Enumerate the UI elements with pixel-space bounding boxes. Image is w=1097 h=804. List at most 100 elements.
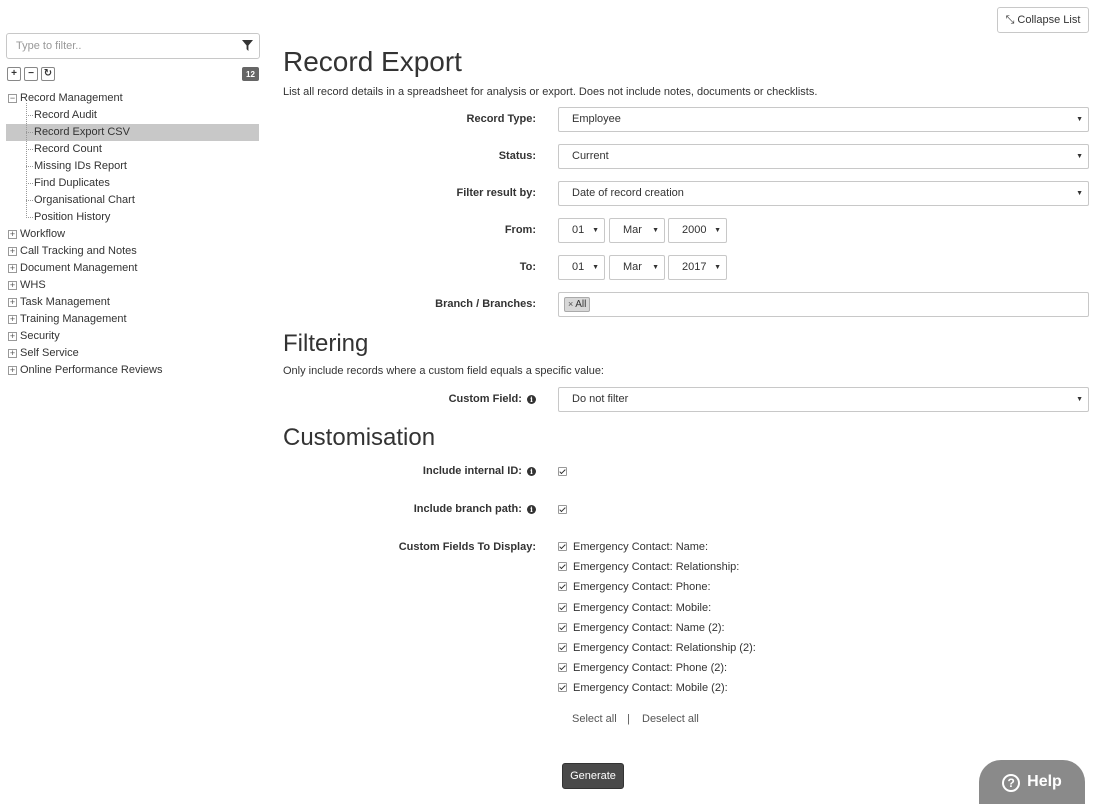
expand-all-button[interactable]: + xyxy=(7,67,21,81)
deselect-all-link[interactable]: Deselect all xyxy=(642,713,699,725)
to-day-value: 01 xyxy=(572,261,585,273)
page-description: List all record details in a spreadsheet… xyxy=(283,86,818,98)
custom-field-checkbox[interactable] xyxy=(558,542,567,551)
custom-field-checkbox[interactable] xyxy=(558,643,567,652)
expand-node-icon[interactable]: + xyxy=(8,332,17,341)
tree-node[interactable]: + WHS xyxy=(6,277,259,294)
expand-node-icon[interactable]: + xyxy=(8,281,17,290)
to-year-select[interactable]: 2017 ▼ xyxy=(668,255,727,280)
tree-connector xyxy=(26,115,33,116)
tree-filter xyxy=(6,33,260,59)
tree-child-node[interactable]: Organisational Chart xyxy=(6,192,259,209)
to-year-value: 2017 xyxy=(682,261,707,273)
custom-field-option-label: Emergency Contact: Phone: xyxy=(573,581,711,594)
from-year-select[interactable]: 2000 ▼ xyxy=(668,218,727,243)
expand-node-icon[interactable]: + xyxy=(8,349,17,358)
tree-node[interactable]: + Workflow xyxy=(6,226,259,243)
custom-field-checkbox[interactable] xyxy=(558,663,567,673)
include-branch-path-label: Include branch path: i xyxy=(414,503,536,515)
to-month-select[interactable]: Mar ▼ xyxy=(609,255,665,280)
expand-node-icon[interactable]: + xyxy=(8,230,17,239)
include-internal-id-checkbox[interactable] xyxy=(558,467,567,476)
help-label: Help xyxy=(1027,773,1062,790)
caret-down-icon: ▼ xyxy=(652,264,659,271)
tree-toolbar: + − ↻ xyxy=(7,67,55,81)
filter-by-value: Date of record creation xyxy=(572,187,684,199)
branch-tag-label: All xyxy=(575,299,587,310)
include-internal-id-label: Include internal ID: i xyxy=(423,465,536,477)
tree-child-node[interactable]: Missing IDs Report xyxy=(6,158,259,175)
info-icon[interactable]: i xyxy=(527,395,536,404)
select-all-link[interactable]: Select all xyxy=(572,713,617,725)
tree-connector xyxy=(26,200,33,201)
record-type-value: Employee xyxy=(572,113,621,125)
tree-child-node[interactable]: Record Count xyxy=(6,141,259,158)
generate-button[interactable]: Generate xyxy=(562,763,624,789)
expand-node-icon[interactable]: + xyxy=(8,315,17,324)
custom-field-checkbox[interactable] xyxy=(558,622,567,632)
to-day-select[interactable]: 01 ▼ xyxy=(558,255,605,280)
tree-child-node[interactable]: Find Duplicates xyxy=(6,175,259,192)
tree-filter-input[interactable] xyxy=(7,34,235,58)
custom-field-checkbox[interactable] xyxy=(558,683,567,693)
branches-input[interactable]: × All xyxy=(558,292,1089,317)
info-icon[interactable]: i xyxy=(527,467,536,476)
funnel-icon[interactable] xyxy=(242,40,253,51)
tree-node-label: Security xyxy=(20,330,60,342)
tree-node[interactable]: + Training Management xyxy=(6,311,259,328)
tree-node-label: Task Management xyxy=(20,296,110,308)
collapse-list-button[interactable]: ⤡ Collapse List xyxy=(997,7,1089,33)
tree-child-node[interactable]: Record Export CSV xyxy=(6,124,259,141)
collapse-node-icon[interactable]: − xyxy=(8,94,17,103)
status-label: Status: xyxy=(498,150,536,162)
customisation-heading: Customisation xyxy=(283,424,436,451)
tree-node[interactable]: + Self Service xyxy=(6,345,259,362)
filtering-description: Only include records where a custom fiel… xyxy=(283,365,604,377)
remove-tag-icon[interactable]: × xyxy=(568,298,573,311)
custom-field-select[interactable]: Do not filter ▼ xyxy=(558,387,1089,412)
tree-node[interactable]: + Task Management xyxy=(6,294,259,311)
custom-field-option-label: Emergency Contact: Relationship: xyxy=(573,561,740,574)
tree-vertical-connector xyxy=(26,103,27,218)
info-icon[interactable]: i xyxy=(527,505,536,514)
filter-by-select[interactable]: Date of record creation ▼ xyxy=(558,181,1089,206)
tree-node-label: Document Management xyxy=(20,262,138,274)
from-month-value: Mar xyxy=(623,224,642,236)
expand-node-icon[interactable]: + xyxy=(8,298,17,307)
from-month-select[interactable]: Mar ▼ xyxy=(609,218,665,243)
tree-connector xyxy=(26,149,33,150)
custom-field-option-label: Emergency Contact: Name: xyxy=(573,541,709,553)
custom-field-checkbox[interactable] xyxy=(558,562,567,572)
expand-node-icon[interactable]: + xyxy=(8,247,17,256)
expand-node-icon[interactable]: + xyxy=(8,366,17,375)
tree-child-label: Record Count xyxy=(34,143,102,155)
tree-connector xyxy=(26,183,33,184)
refresh-button[interactable]: ↻ xyxy=(41,67,55,81)
tree-node[interactable]: − Record Management xyxy=(6,90,259,107)
record-type-select[interactable]: Employee ▼ xyxy=(558,107,1089,132)
tree-node[interactable]: + Call Tracking and Notes xyxy=(6,243,259,260)
custom-field-checkbox[interactable] xyxy=(558,602,567,612)
tree-node[interactable]: + Document Management xyxy=(6,260,259,277)
tree-node[interactable]: + Online Performance Reviews xyxy=(6,362,259,379)
branches-label: Branch / Branches: xyxy=(435,298,536,310)
include-internal-id-text: Include internal ID: xyxy=(422,465,522,477)
status-select[interactable]: Current ▼ xyxy=(558,144,1089,169)
tree-connector xyxy=(26,132,33,133)
tree-child-label: Record Export CSV xyxy=(34,126,130,138)
collapse-all-button[interactable]: − xyxy=(24,67,38,81)
from-year-value: 2000 xyxy=(682,224,707,236)
tree-child-node[interactable]: Record Audit xyxy=(6,107,259,124)
tree-node-label: WHS xyxy=(20,279,46,291)
expand-node-icon[interactable]: + xyxy=(8,264,17,273)
tree-node[interactable]: + Security xyxy=(6,328,259,345)
tree-node-label: Call Tracking and Notes xyxy=(20,245,137,257)
help-button[interactable]: ? Help xyxy=(979,760,1085,804)
from-day-select[interactable]: 01 ▼ xyxy=(558,218,605,243)
include-branch-path-checkbox[interactable] xyxy=(558,505,567,514)
branch-tag: × All xyxy=(564,297,591,312)
tree-child-node[interactable]: Position History xyxy=(6,209,259,226)
tree-connector xyxy=(26,166,33,167)
custom-field-checkbox[interactable] xyxy=(558,582,567,592)
tree-node-label: Workflow xyxy=(20,228,66,240)
